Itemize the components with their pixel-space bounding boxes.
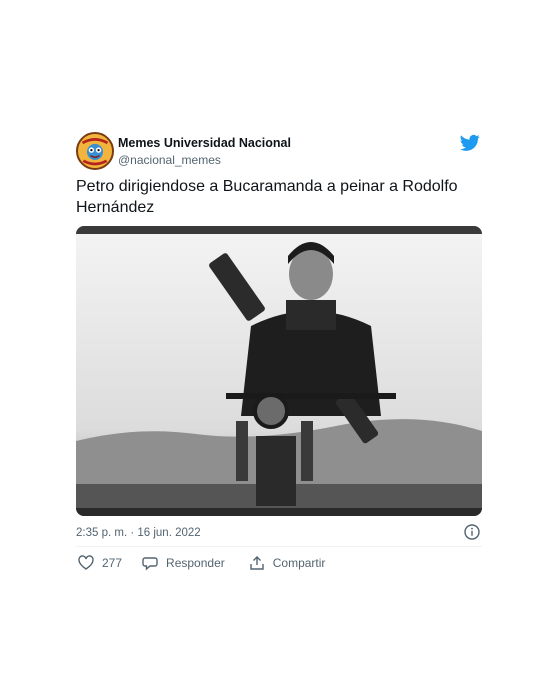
embedded-tweet: Memes Universidad Nacional @nacional_mem…	[76, 126, 482, 571]
like-count: 277	[102, 556, 123, 570]
tweet-media[interactable]	[76, 226, 482, 516]
share-button[interactable]: Compartir	[249, 555, 326, 571]
share-icon	[250, 556, 264, 570]
speech-bubble-icon	[142, 557, 158, 571]
twitter-bird-icon[interactable]	[460, 134, 480, 152]
tweet-actions: 277 Responder Compartir	[76, 553, 482, 573]
avatar[interactable]	[76, 132, 114, 170]
reply-label: Responder	[166, 556, 225, 570]
divider	[76, 546, 482, 547]
author-names: Memes Universidad Nacional @nacional_mem…	[118, 136, 291, 168]
tweet-header: Memes Universidad Nacional @nacional_mem…	[76, 126, 482, 174]
meme-image	[76, 226, 482, 516]
author-handle[interactable]: @nacional_memes	[118, 152, 291, 168]
avatar-logo	[78, 134, 112, 168]
author-display-name[interactable]: Memes Universidad Nacional	[118, 136, 291, 151]
reply-button[interactable]: Responder	[142, 555, 225, 571]
share-label: Compartir	[272, 556, 326, 570]
tweet-text: Petro dirigiendose a Bucaramanda a peina…	[76, 178, 458, 216]
like-button[interactable]: 277	[78, 555, 122, 571]
tweet-meta: 2:35 p. m. · 16 jun. 2022	[76, 523, 482, 545]
info-icon[interactable]	[464, 524, 480, 540]
heart-icon	[78, 555, 94, 570]
timestamp[interactable]: 2:35 p. m. · 16 jun. 2022	[76, 527, 201, 539]
